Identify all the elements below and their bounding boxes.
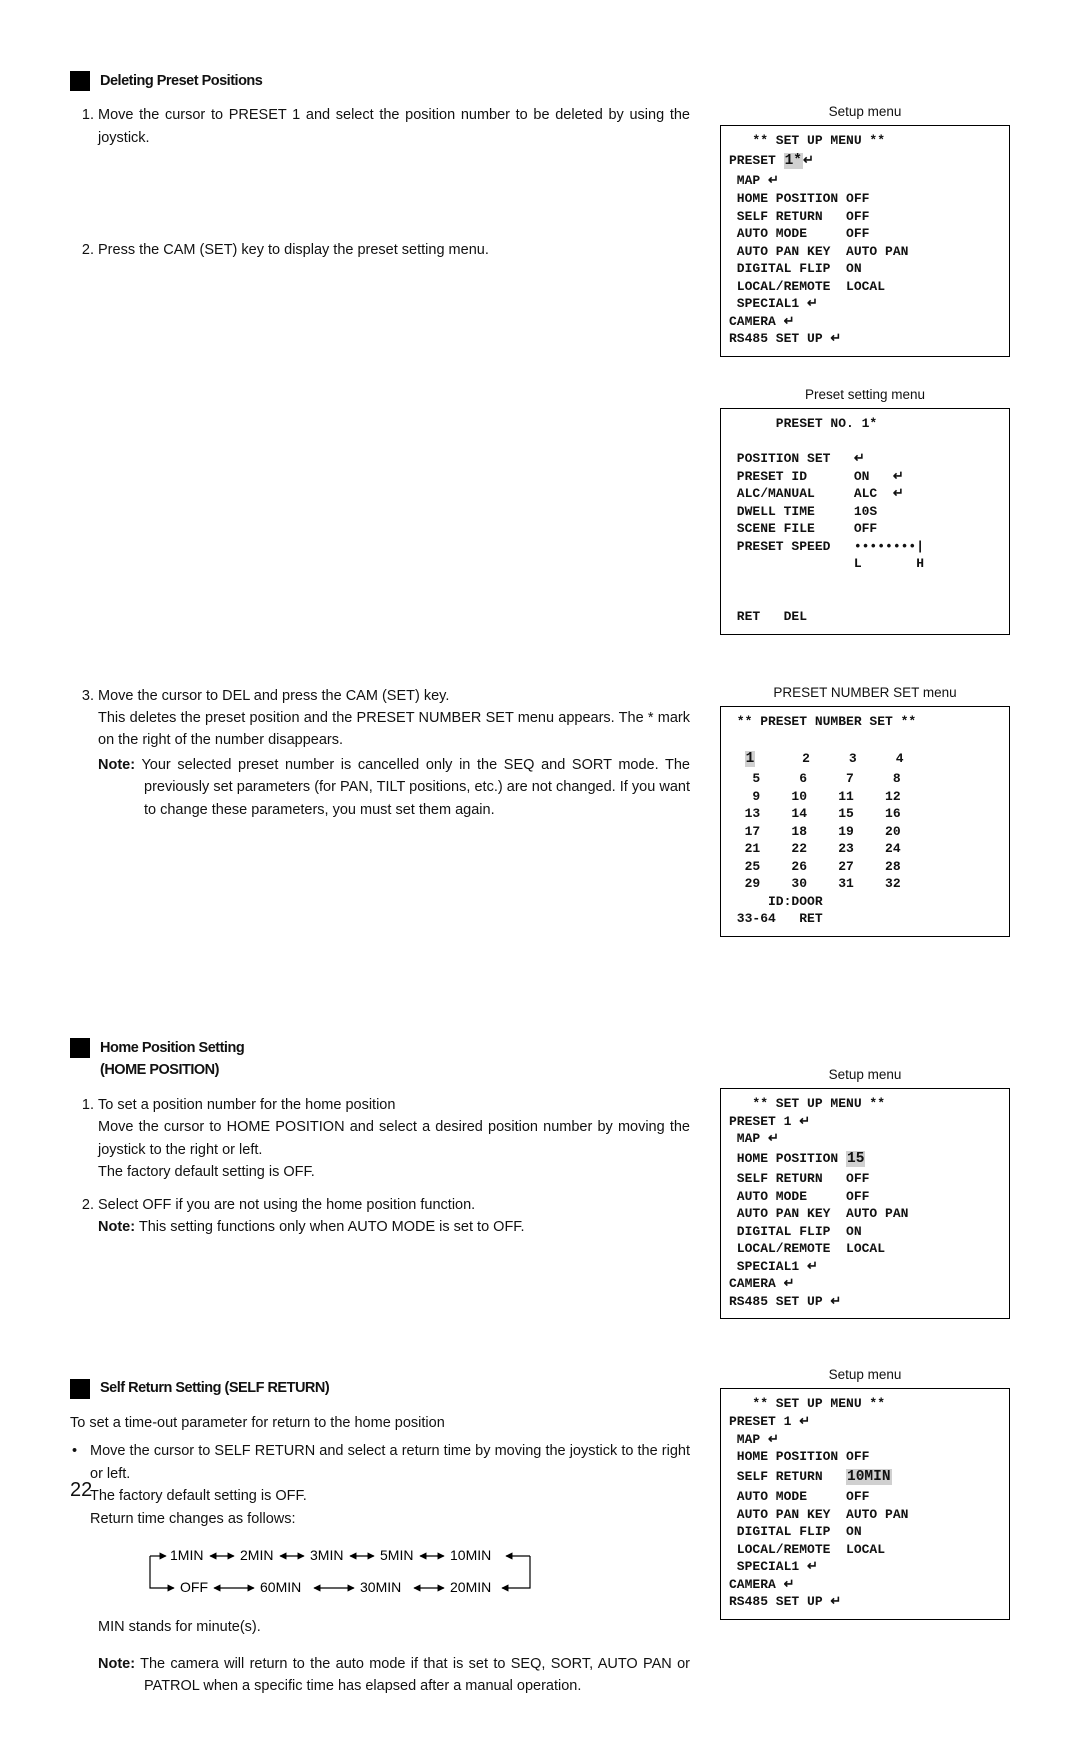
del-steps-2: Press the CAM (SET) key to display the p… [70, 239, 690, 261]
home-step-2: Select OFF if you are not using the home… [98, 1194, 690, 1239]
section-heading-home: Home Position Setting [70, 1037, 690, 1059]
self-bullet-list: Move the cursor to SELF RETURN and selec… [70, 1440, 690, 1530]
self-bullet: Move the cursor to SELF RETURN and selec… [90, 1440, 690, 1530]
return-time-chain: 1MIN 2MIN 3MIN 5MIN 10MIN OFF 60MIN 30MI… [110, 1544, 690, 1608]
home-steps: To set a position number for the home po… [70, 1094, 690, 1239]
svg-text:5MIN: 5MIN [380, 1547, 413, 1563]
heading-text-home-1: Home Position Setting [100, 1037, 244, 1059]
heading-text-self: Self Return Setting (SELF RETURN) [100, 1377, 329, 1399]
osd-preset-number-menu: ** PRESET NUMBER SET ** 1 2 3 4 5 6 7 8 … [720, 706, 1010, 937]
del-steps-3: Move the cursor to DEL and press the CAM… [70, 685, 690, 822]
osd-setup-menu-2: ** SET UP MENU ** PRESET 1 ↵ MAP ↵ HOME … [720, 1088, 1010, 1319]
del-step-1: Move the cursor to PRESET 1 and select t… [98, 104, 690, 149]
svg-text:10MIN: 10MIN [450, 1547, 491, 1563]
heading-square-icon [70, 1038, 90, 1058]
del-step-2: Press the CAM (SET) key to display the p… [98, 239, 690, 261]
svg-text:20MIN: 20MIN [450, 1579, 491, 1595]
page-number: 22 [70, 1479, 92, 1502]
return-time-chain-svg: 1MIN 2MIN 3MIN 5MIN 10MIN OFF 60MIN 30MI… [110, 1544, 550, 1608]
min-stands-for: MIN stands for minute(s). [98, 1616, 690, 1638]
osd-setup-menu-1: ** SET UP MENU ** PRESET 1*↵ MAP ↵ HOME … [720, 125, 1010, 356]
preset-number-caption: PRESET NUMBER SET menu [720, 685, 1010, 700]
heading-text: Deleting Preset Positions [100, 70, 262, 92]
home-note-label: Note: [98, 1219, 135, 1235]
home-step-1: To set a position number for the home po… [98, 1094, 690, 1184]
svg-text:30MIN: 30MIN [360, 1579, 401, 1595]
setup3-caption: Setup menu [720, 1367, 1010, 1382]
svg-text:2MIN: 2MIN [240, 1547, 273, 1563]
self-note-label: Note: [98, 1656, 135, 1672]
home-step-2-body: Select OFF if you are not using the home… [98, 1197, 475, 1213]
preset-setting-caption: Preset setting menu [720, 387, 1010, 402]
svg-text:1MIN: 1MIN [170, 1547, 203, 1563]
setup1-caption: Setup menu [720, 104, 1010, 119]
self-intro: To set a time-out parameter for return t… [70, 1412, 690, 1434]
section-heading-home-2: (HOME POSITION) [70, 1059, 690, 1081]
section-heading-deleting: Deleting Preset Positions [70, 70, 1010, 92]
svg-text:OFF: OFF [180, 1579, 208, 1595]
del-steps: Move the cursor to PRESET 1 and select t… [70, 104, 690, 149]
osd-setup-menu-3: ** SET UP MENU ** PRESET 1 ↵ MAP ↵ HOME … [720, 1388, 1010, 1619]
home-note-text: This setting functions only when AUTO MO… [139, 1219, 525, 1235]
heading-square-icon [70, 1379, 90, 1399]
self-note: Note: The camera will return to the auto… [98, 1653, 690, 1698]
del-step-3: Move the cursor to DEL and press the CAM… [98, 685, 690, 822]
heading-square-icon [70, 71, 90, 91]
setup2-caption: Setup menu [720, 1067, 1010, 1082]
self-note-text: The camera will return to the auto mode … [140, 1656, 690, 1694]
svg-text:60MIN: 60MIN [260, 1579, 301, 1595]
osd-preset-setting-menu: PRESET NO. 1* POSITION SET ↵ PRESET ID O… [720, 408, 1010, 635]
del-step-3-body: Move the cursor to DEL and press the CAM… [98, 688, 690, 749]
del-note-text: Your selected preset number is cancelled… [141, 757, 690, 818]
del-note-label: Note: [98, 757, 135, 773]
svg-text:3MIN: 3MIN [310, 1547, 343, 1563]
heading-text-home-2: (HOME POSITION) [100, 1059, 219, 1081]
section-heading-self-return: Self Return Setting (SELF RETURN) [70, 1377, 690, 1399]
